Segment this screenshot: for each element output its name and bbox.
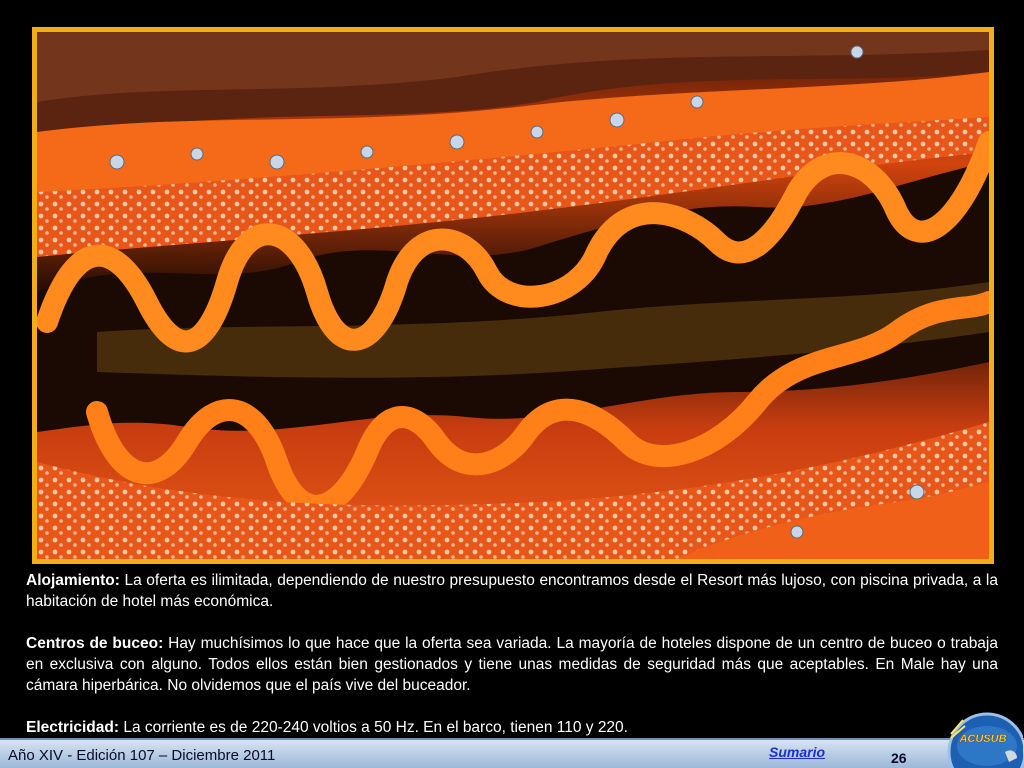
acusub-logo[interactable]: ACUSUB — [945, 712, 1023, 768]
sumario-link[interactable]: Sumario — [769, 744, 825, 760]
paragraph-label: Electricidad: — [26, 719, 120, 736]
edition-label: Año XIV - Edición 107 – Diciembre 2011 — [8, 747, 276, 764]
page-number: 26 — [891, 750, 907, 766]
paragraph-text: Hay muchísimos lo que hace que la oferta… — [26, 635, 998, 694]
paragraph-alojamiento: Alojamiento: La oferta es ilimitada, dep… — [26, 570, 998, 612]
paragraph-text: La corriente es de 220-240 voltios a 50 … — [119, 719, 628, 736]
photo-frame — [32, 27, 994, 564]
paragraph-centros-buceo: Centros de buceo: Hay muchísimos lo que … — [26, 633, 998, 696]
svg-text:ACUSUB: ACUSUB — [958, 733, 1006, 745]
scallop-photo — [37, 32, 989, 559]
paragraph-text: La oferta es ilimitada, dependiendo de n… — [26, 572, 998, 610]
body-text: Alojamiento: La oferta es ilimitada, dep… — [26, 570, 998, 738]
paragraph-label: Alojamiento: — [26, 572, 120, 589]
footer-bar: Año XIV - Edición 107 – Diciembre 2011 S… — [0, 738, 1024, 768]
paragraph-electricidad: Electricidad: La corriente es de 220-240… — [26, 717, 998, 738]
paragraph-label: Centros de buceo: — [26, 635, 164, 652]
